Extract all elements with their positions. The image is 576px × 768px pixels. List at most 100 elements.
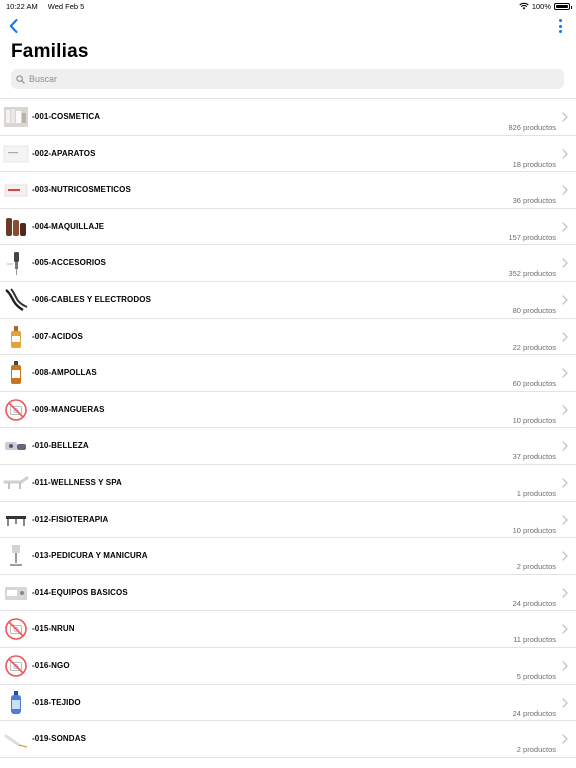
status-bar: 10:22 AM Wed Feb 5 100% [0,0,576,12]
search-icon [16,74,25,84]
chevron-right-icon [562,697,568,708]
chevron-left-icon [9,19,17,33]
family-product-count: 157 productos [508,232,556,242]
search-input[interactable] [29,74,549,84]
family-product-count: 37 productos [512,452,556,462]
family-row[interactable]: -009-MANGUERAS 10 productos [0,392,576,429]
no-image-thumb [3,653,29,679]
chevron-right-icon [562,405,568,415]
chevron-right-icon [562,185,568,195]
more-options-button[interactable] [556,17,564,35]
family-list: -001-COSMETICA 826 productos -002-APARAT… [0,98,576,758]
family-product-count: 36 productos [512,196,556,206]
family-name: -016-NGO [32,660,70,670]
family-name: -007-ACIDOS [32,331,83,341]
chevron-right-icon [562,661,568,671]
family-row[interactable]: -011-WELLNESS Y SPA 1 productos [0,465,576,502]
family-row[interactable]: -005-ACCESORIOS 352 productos [0,245,576,282]
family-product-count: 80 productos [512,305,556,315]
family-product-count: 18 productos [512,159,556,169]
family-row[interactable]: -012-FISIOTERAPIA 10 productos [0,502,576,539]
no-image-thumb [3,616,29,642]
basic-equipment-thumb [3,580,29,606]
family-product-count: 826 productos [508,123,556,132]
battery-percent: 100% [531,1,551,11]
family-row[interactable]: -004-MAQUILLAJE 157 productos [0,209,576,246]
chevron-right-icon [562,368,568,378]
family-row[interactable]: -001-COSMETICA 826 productos [0,99,576,136]
physio-table-thumb [3,507,29,533]
search-bar[interactable] [11,69,564,89]
family-row[interactable]: -006-CABLES Y ELECTRODOS 80 productos [0,282,576,319]
chevron-right-icon [562,551,568,561]
family-name: -012-FISIOTERAPIA [32,514,109,524]
family-row[interactable]: -008-AMPOLLAS 60 productos [0,355,576,392]
family-name: -004-MAQUILLAJE [32,221,105,231]
family-name: -014-EQUIPOS BASICOS [32,587,128,597]
spa-bed-thumb [3,470,29,496]
chevron-right-icon [562,295,568,305]
chevron-right-icon [562,514,568,525]
family-row[interactable]: -013-PEDICURA Y MANICURA 2 productos [0,538,576,575]
status-right: 100% [519,1,572,11]
chevron-right-icon [562,624,568,634]
family-name: -001-COSMETICA [32,112,101,121]
more-dot-icon [558,24,562,28]
spray-bottle-thumb [3,690,29,716]
cosmetics-thumb [3,104,29,130]
family-name: -002-APARATOS [32,148,96,158]
family-product-count: 5 productos [516,671,556,681]
family-product-count: 2 productos [516,745,556,755]
family-product-count: 60 productos [512,379,556,389]
status-left: 10:22 AM Wed Feb 5 [6,2,92,11]
family-product-count: 24 productos [512,708,556,718]
beauty-device-thumb [3,433,29,459]
nutri-box-thumb [3,177,29,203]
family-row[interactable]: -003-NUTRICOSMETICOS 36 productos [0,172,576,209]
family-row[interactable]: -002-APARATOS 18 productos [0,136,576,173]
family-name: -010-BELLEZA [32,441,89,451]
chevron-right-icon [562,222,568,232]
family-name: -008-AMPOLLAS [32,368,97,378]
family-name: -015-NRUN [32,624,75,634]
back-button[interactable] [4,16,22,36]
family-row[interactable]: -010-BELLEZA 37 productos [0,428,576,465]
family-name: -019-SONDAS [32,734,87,744]
ampoule-box-thumb [3,360,29,386]
accessory-thumb [3,250,29,276]
wifi-icon [519,2,529,10]
chevron-right-icon [562,478,568,488]
family-product-count: 10 productos [512,525,556,535]
family-product-count: 22 productos [512,342,556,352]
family-name: -018-TEJIDO [32,697,81,707]
family-row[interactable]: -007-ACIDOS 22 productos [0,319,576,356]
family-row[interactable]: -019-SONDAS 2 productos [0,721,576,758]
acid-bottle-thumb [3,324,29,350]
family-name: -006-CABLES Y ELECTRODOS [32,294,152,304]
family-product-count: 10 productos [512,415,556,425]
chevron-right-icon [562,112,568,122]
family-name: -013-PEDICURA Y MANICURA [32,551,148,561]
family-product-count: 11 productos [513,635,556,645]
pedicure-cart-thumb [3,543,29,569]
family-row[interactable]: -015-NRUN 11 productos [0,611,576,648]
probe-thumb [3,726,29,752]
battery-icon [554,2,572,10]
family-product-count: 352 productos [508,269,556,279]
family-name: -005-ACCESORIOS [32,258,106,268]
more-dot-icon [558,19,562,22]
makeup-thumb [3,214,29,240]
family-row[interactable]: -014-EQUIPOS BASICOS 24 productos [0,575,576,612]
family-row[interactable]: -016-NGO 5 productos [0,648,576,685]
page-title: Familias [11,41,89,62]
chevron-right-icon [562,734,568,744]
device-box-thumb [3,141,29,167]
navigation-bar [0,14,576,38]
family-product-count: 24 productos [512,598,556,608]
chevron-right-icon [562,148,568,159]
more-dot-icon [558,30,562,33]
family-name: -011-WELLNESS Y SPA [32,477,122,487]
family-row[interactable]: -018-TEJIDO 24 productos [0,685,576,722]
family-name: -003-NUTRICOSMETICOS [32,185,131,195]
family-name: -009-MANGUERAS [32,404,105,414]
